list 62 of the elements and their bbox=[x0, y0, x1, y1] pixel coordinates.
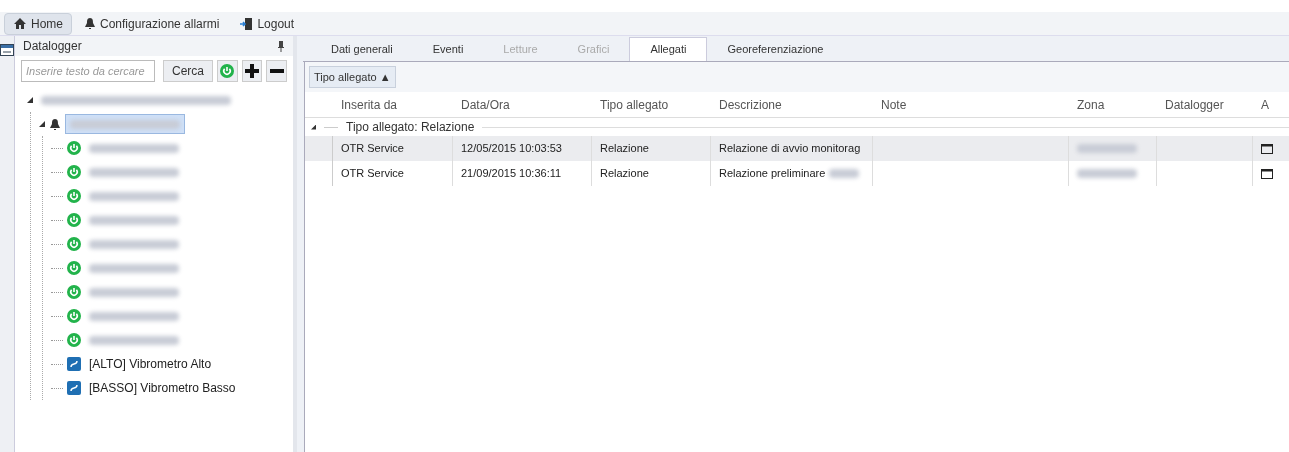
table-cell-text: Relazione preliminare bbox=[719, 166, 826, 182]
table-cell-text: 21/09/2015 10:36:11 bbox=[461, 166, 562, 182]
power-icon bbox=[67, 285, 81, 299]
window-icon[interactable] bbox=[1261, 168, 1273, 179]
blurred-text bbox=[1077, 169, 1137, 178]
plus-icon bbox=[245, 64, 259, 78]
home-icon bbox=[13, 17, 27, 30]
tab[interactable]: Georeferenziazione bbox=[707, 37, 844, 61]
panel-title: Datalogger bbox=[23, 38, 82, 55]
tree-item[interactable]: [ALTO] Vibrometro Alto bbox=[85, 355, 216, 373]
power-icon bbox=[67, 333, 81, 347]
remove-button[interactable] bbox=[266, 60, 287, 82]
power-icon bbox=[67, 309, 81, 323]
column-header[interactable]: Zona bbox=[1069, 95, 1157, 114]
column-header[interactable]: Descrizione bbox=[711, 95, 873, 114]
bell-icon bbox=[49, 117, 61, 131]
table-cell-text: OTR Service bbox=[341, 141, 404, 157]
sensor-icon bbox=[67, 357, 81, 371]
table-cell-text: 12/05/2015 10:03:53 bbox=[461, 141, 562, 157]
window-icon[interactable] bbox=[1261, 143, 1273, 154]
power-icon bbox=[67, 141, 81, 155]
tab[interactable]: Allegati bbox=[629, 37, 708, 61]
door-icon bbox=[239, 16, 254, 31]
column-header[interactable]: Inserita da bbox=[333, 95, 453, 114]
minus-icon bbox=[269, 69, 284, 73]
group-label: Tipo allegato: Relazione bbox=[346, 119, 475, 136]
blurred-text bbox=[829, 169, 860, 178]
tree-item[interactable]: [BASSO] Vibrometro Basso bbox=[85, 379, 240, 397]
table-cell-text: Relazione di avvio monitorag bbox=[719, 141, 861, 157]
pin-icon[interactable] bbox=[277, 40, 285, 52]
column-header[interactable]: Tipo allegato bbox=[592, 95, 711, 114]
column-header[interactable]: Data/Ora bbox=[453, 95, 592, 114]
power-icon bbox=[67, 237, 81, 251]
column-header[interactable]: A bbox=[1253, 95, 1289, 114]
search-field[interactable]: Inserire testo da cercare bbox=[21, 60, 155, 82]
group-by-button[interactable]: Tipo allegato ▲ bbox=[309, 66, 396, 88]
toolbar-button[interactable]: Configurazione allarmi bbox=[76, 12, 228, 35]
add-button[interactable] bbox=[241, 60, 263, 82]
power-icon bbox=[220, 64, 235, 78]
panel-icon[interactable] bbox=[0, 44, 14, 56]
toolbar-button[interactable]: Logout bbox=[231, 12, 303, 35]
power-icon bbox=[67, 213, 81, 227]
blurred-text bbox=[1077, 144, 1137, 153]
table-cell-text: Relazione bbox=[600, 166, 649, 182]
search-button[interactable]: Cerca bbox=[163, 60, 213, 82]
power-icon bbox=[67, 189, 81, 203]
power-icon bbox=[67, 165, 81, 179]
tab[interactable]: Eventi bbox=[412, 37, 484, 61]
toolbar-button[interactable]: Home bbox=[4, 12, 72, 35]
table-cell-text: Relazione bbox=[600, 141, 649, 157]
column-header[interactable]: Note bbox=[873, 95, 1069, 114]
bell-icon bbox=[84, 17, 96, 30]
tab[interactable]: Dati generali bbox=[311, 37, 413, 61]
expander-icon[interactable] bbox=[311, 124, 316, 130]
expander-icon[interactable] bbox=[39, 121, 45, 127]
table-cell-text: OTR Service bbox=[341, 166, 404, 182]
column-header[interactable]: Datalogger bbox=[1157, 95, 1253, 114]
power-icon bbox=[67, 261, 81, 275]
table-row[interactable]: OTR Service 12/05/2015 10:03:53 Relazione Relazione di avvio monitorag bbox=[305, 136, 1289, 161]
expander-icon[interactable] bbox=[27, 97, 33, 103]
tree-item[interactable] bbox=[65, 114, 185, 134]
sensor-icon bbox=[67, 381, 81, 395]
